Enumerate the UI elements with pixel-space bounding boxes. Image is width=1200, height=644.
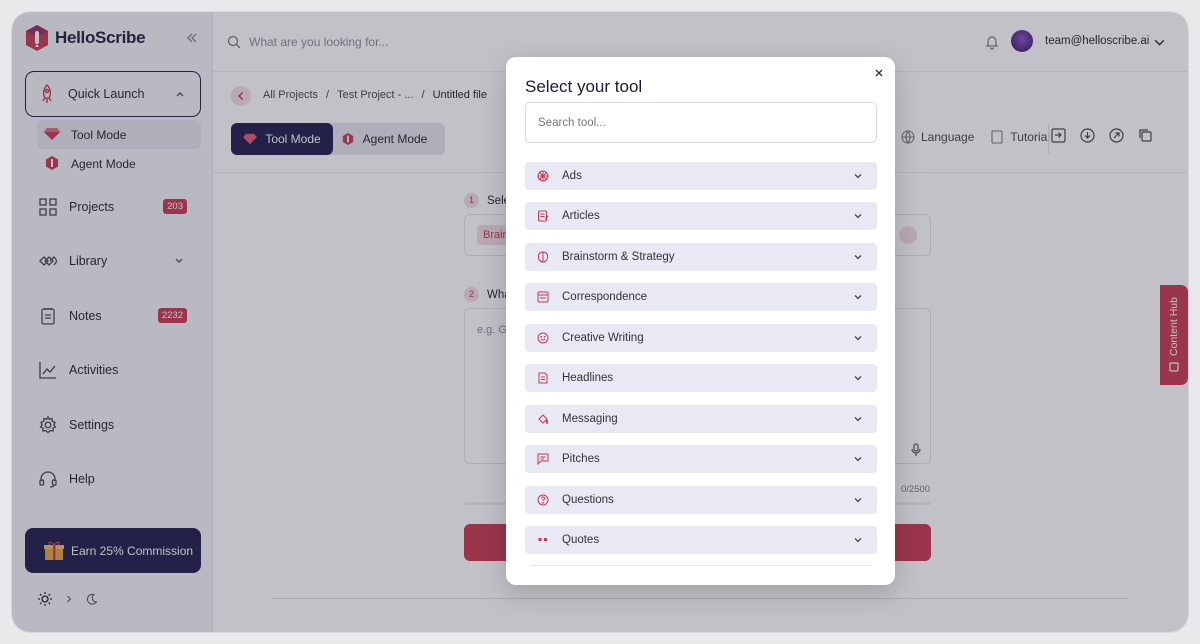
chevron-down-icon	[854, 417, 862, 422]
category-headlines[interactable]: Headlines	[525, 364, 877, 392]
chevron-down-icon	[854, 457, 862, 462]
category-questions[interactable]: Questions	[525, 486, 877, 514]
category-quotes[interactable]: Quotes	[525, 526, 877, 554]
category-label: Brainstorm & Strategy	[562, 251, 675, 263]
category-ads[interactable]: Ads	[525, 162, 877, 190]
category-label: Questions	[562, 494, 614, 506]
brain-icon	[537, 251, 549, 263]
chevron-down-icon	[854, 538, 862, 543]
select-tool-modal: Select your tool Ads Articles Brainstorm…	[506, 57, 895, 585]
chevron-down-icon	[854, 376, 862, 381]
ads-icon	[537, 170, 549, 182]
mail-icon	[537, 291, 549, 303]
chevron-down-icon	[854, 336, 862, 341]
chevron-down-icon	[854, 214, 862, 219]
category-label: Quotes	[562, 534, 600, 546]
category-articles[interactable]: Articles	[525, 202, 877, 230]
category-brainstorm-strategy[interactable]: Brainstorm & Strategy	[525, 243, 877, 271]
category-creative-writing[interactable]: Creative Writing	[525, 324, 877, 352]
question-icon	[537, 494, 549, 506]
tool-search-input[interactable]	[525, 102, 877, 143]
paint-bucket-icon	[538, 414, 549, 425]
smile-icon	[537, 332, 549, 344]
category-label: Creative Writing	[562, 332, 644, 344]
quote-icon	[538, 538, 547, 541]
chevron-down-icon	[854, 174, 862, 179]
category-label: Pitches	[562, 453, 600, 465]
chevron-down-icon	[854, 295, 862, 300]
category-label: Headlines	[562, 372, 614, 384]
chevron-down-icon	[854, 498, 862, 503]
category-label: Messaging	[562, 413, 618, 425]
category-label: Ads	[562, 170, 582, 182]
chat-icon	[537, 453, 549, 465]
close-icon[interactable]	[873, 67, 885, 79]
modal-list-divider	[530, 565, 872, 566]
category-label: Articles	[562, 210, 600, 222]
document-icon	[538, 372, 548, 384]
category-correspondence[interactable]: Correspondence	[525, 283, 877, 311]
chevron-down-icon	[854, 255, 862, 260]
article-icon	[538, 210, 549, 222]
app-window: HelloScribe Quick Launch Tool Mode Agent…	[12, 12, 1188, 632]
category-messaging[interactable]: Messaging	[525, 405, 877, 433]
modal-title: Select your tool	[525, 77, 643, 96]
category-label: Correspondence	[562, 291, 648, 303]
category-pitches[interactable]: Pitches	[525, 445, 877, 473]
